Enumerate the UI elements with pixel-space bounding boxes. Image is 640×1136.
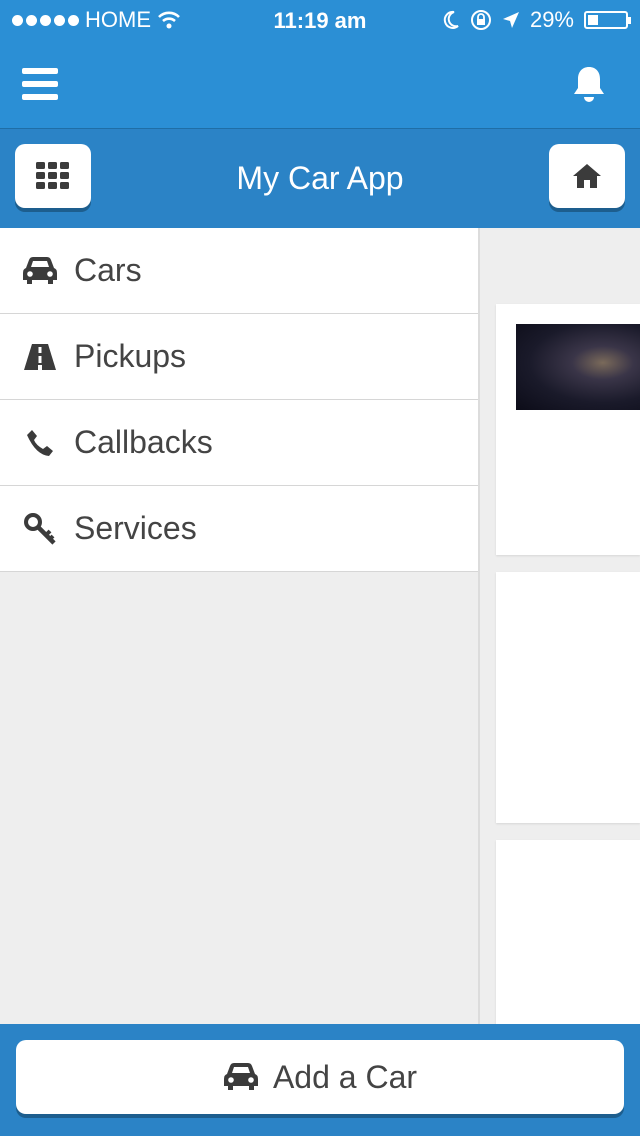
menu-item-label: Services bbox=[74, 510, 197, 546]
home-button[interactable] bbox=[549, 144, 625, 208]
top-bar bbox=[0, 40, 640, 129]
menu-item-cars[interactable]: Cars bbox=[0, 228, 478, 314]
menu-item-services[interactable]: Services bbox=[0, 486, 478, 572]
main-content bbox=[480, 228, 640, 1040]
status-right: 29% bbox=[442, 7, 631, 33]
home-icon bbox=[573, 164, 601, 188]
phone-icon bbox=[22, 425, 58, 461]
menu-item-pickups[interactable]: Pickups bbox=[0, 314, 478, 400]
status-bar: HOME 11:19 am 29% bbox=[0, 0, 640, 40]
bell-icon[interactable] bbox=[570, 64, 608, 104]
rotation-lock-icon bbox=[470, 10, 491, 30]
key-icon bbox=[22, 511, 58, 547]
car-card[interactable] bbox=[496, 840, 640, 1040]
menu-item-label: Pickups bbox=[74, 338, 187, 374]
add-car-label: Add a Car bbox=[272, 1058, 418, 1095]
road-icon bbox=[22, 339, 58, 375]
car-icon bbox=[223, 1063, 258, 1090]
car-card[interactable] bbox=[496, 304, 640, 555]
side-menu: Cars Pickups Callbacks Services bbox=[0, 228, 480, 1024]
hamburger-menu-icon[interactable] bbox=[22, 68, 58, 100]
battery-percent: 29% bbox=[529, 7, 574, 32]
menu-item-label: Callbacks bbox=[74, 424, 213, 460]
bottom-bar: Add a Car bbox=[0, 1024, 640, 1136]
car-photo bbox=[516, 324, 640, 410]
battery-icon bbox=[584, 11, 631, 29]
location-arrow-icon bbox=[502, 12, 519, 28]
add-car-button[interactable]: Add a Car bbox=[16, 1040, 624, 1114]
car-icon bbox=[22, 253, 58, 289]
moon-icon bbox=[443, 10, 459, 29]
menu-item-callbacks[interactable]: Callbacks bbox=[0, 400, 478, 486]
header-bar: My Car App bbox=[0, 129, 640, 228]
car-card[interactable] bbox=[496, 572, 640, 823]
menu-item-label: Cars bbox=[74, 252, 142, 288]
page-title: My Car App bbox=[236, 160, 404, 196]
